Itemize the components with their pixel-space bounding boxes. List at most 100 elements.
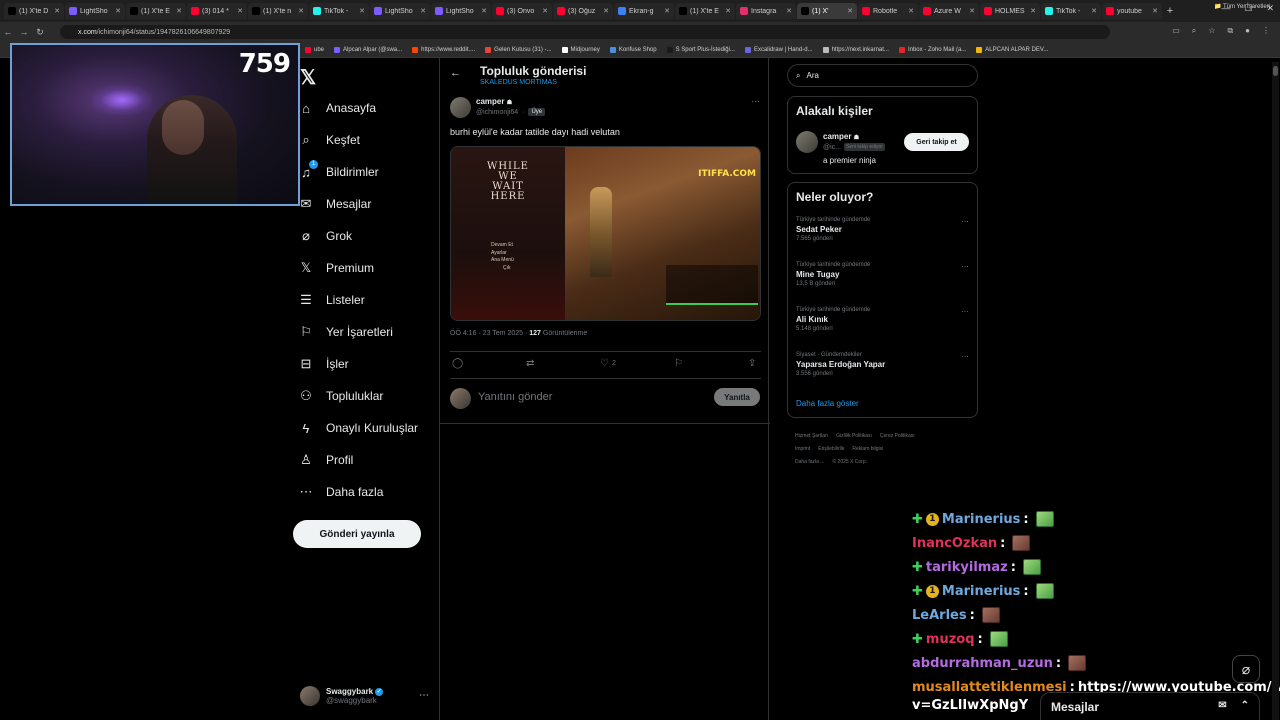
show-more-link[interactable]: Daha fazla göster	[796, 399, 859, 408]
nav-item[interactable]: ⌕ Keşfet	[298, 128, 360, 152]
nav-item[interactable]: ♙ Profil	[298, 448, 353, 472]
browser-tab[interactable]: youtube ✕	[1102, 3, 1162, 19]
tab-close-icon[interactable]: ✕	[1091, 7, 1097, 15]
post-author-handle[interactable]: @ichimonji64	[476, 109, 518, 116]
browser-tab[interactable]: TikTok - ✕	[309, 3, 369, 19]
post-media[interactable]: WHILE WE WAIT HERE Devam Et Ayarlar Ana …	[450, 146, 761, 321]
bookmark-item[interactable]: ube	[305, 46, 324, 53]
url-input[interactable]: x.com/ichimonji64/status/194782610664980…	[60, 25, 1110, 39]
tab-close-icon[interactable]: ✕	[54, 7, 60, 15]
browser-tab[interactable]: Robotle ✕	[858, 3, 918, 19]
tab-close-icon[interactable]: ✕	[237, 7, 243, 15]
nav-item[interactable]: ⚇ Topluluklar	[298, 384, 383, 408]
nav-item[interactable]: ⊟ İşler	[298, 352, 349, 376]
nav-item[interactable]: ⌂ Anasayfa	[298, 96, 376, 120]
tab-close-icon[interactable]: ✕	[1152, 7, 1158, 15]
footer-link[interactable]: Daha fazla ...	[795, 459, 824, 465]
footer-link[interactable]: Erişilebilirlik	[818, 446, 844, 452]
tab-close-icon[interactable]: ✕	[1030, 7, 1036, 15]
browser-tab[interactable]: LightSho ✕	[431, 3, 491, 19]
browser-tab[interactable]: (3) Oğuz ✕	[553, 3, 613, 19]
bookmark-item[interactable]: S Sport Plus-İstediği...	[666, 46, 735, 53]
browser-tab[interactable]: (1) X' ✕	[797, 3, 857, 19]
footer-link[interactable]: Çerez Politikası	[880, 433, 915, 439]
bookmark-icon[interactable]: ⚐	[674, 358, 683, 369]
tab-close-icon[interactable]: ✕	[847, 7, 853, 15]
scrollbar-thumb[interactable]	[1273, 66, 1278, 76]
nav-item[interactable]: ⋯ Daha fazla	[298, 480, 384, 504]
messages-drawer[interactable]: Mesajlar ✉ ⌃	[1040, 692, 1260, 720]
tab-close-icon[interactable]: ✕	[298, 7, 304, 15]
avatar[interactable]	[796, 131, 818, 153]
install-icon[interactable]: ▭	[1172, 26, 1180, 36]
trend-item[interactable]: Siyaset · Gündemdekiler Yaparsa Erdoğan Y…	[796, 352, 971, 388]
trend-item[interactable]: Türkiye tarihinde gündemde Sedat Peker 7.5…	[796, 217, 971, 253]
tab-close-icon[interactable]: ✕	[969, 7, 975, 15]
tab-close-icon[interactable]: ✕	[359, 7, 365, 15]
star-icon[interactable]: ☆	[1208, 26, 1215, 36]
bookmark-item[interactable]: https://next.inkarnat...	[822, 46, 889, 53]
bookmark-item[interactable]: https://www.reddit....	[412, 46, 475, 53]
zoom-icon[interactable]: ⌕	[1192, 26, 1196, 36]
footer-link[interactable]: Reklam bilgisi	[852, 446, 883, 452]
bookmark-item[interactable]: ALPCAN ALPAR DEV...	[976, 46, 1048, 53]
repost-icon[interactable]: ⇄	[526, 358, 534, 369]
tab-close-icon[interactable]: ✕	[115, 7, 121, 15]
related-name[interactable]: camper ☗	[823, 132, 859, 141]
browser-tab[interactable]: (3) Onvo ✕	[492, 3, 552, 19]
nav-item[interactable]: ♫ 1 Bildirimler	[298, 159, 379, 184]
browser-tab[interactable]: Ekran-g ✕	[614, 3, 674, 19]
browser-tab[interactable]: HOLMES ✕	[980, 3, 1040, 19]
tab-close-icon[interactable]: ✕	[542, 7, 548, 15]
avatar[interactable]	[450, 97, 471, 118]
browser-tab[interactable]: LightSho ✕	[370, 3, 430, 19]
trend-item[interactable]: Türkiye tarihinde gündemde Ali Kınık 5.148…	[796, 307, 971, 343]
tab-close-icon[interactable]: ✕	[420, 7, 426, 15]
menu-icon[interactable]: ⋮	[1262, 26, 1270, 36]
reply-button[interactable]: Yanıtla	[714, 388, 760, 406]
x-logo-icon[interactable]: 𝕏	[300, 65, 316, 90]
browser-tab[interactable]: TikTok - ✕	[1041, 3, 1101, 19]
post-more-icon[interactable]: ⋯	[751, 96, 760, 107]
back-arrow-icon[interactable]: ←	[450, 67, 461, 79]
all-bookmarks[interactable]: 📁 Tüm Yer İşaretleri	[1214, 3, 1270, 10]
nav-item[interactable]: ⚐ Yer İşaretleri	[298, 320, 393, 344]
tab-close-icon[interactable]: ✕	[908, 7, 914, 15]
extensions-icon[interactable]: ⧉	[1227, 26, 1233, 36]
nav-item[interactable]: ✉ Mesajlar	[298, 192, 372, 216]
footer-link[interactable]: Gizlilik Politikası	[836, 433, 872, 439]
trend-more-icon[interactable]: ⋯	[961, 217, 969, 226]
browser-tab[interactable]: Instagra ✕	[736, 3, 796, 19]
post-time[interactable]: ÖÖ 4:16 · 23 Tem 2025 ·	[450, 330, 527, 337]
bookmark-item[interactable]: Midjourney	[561, 46, 600, 53]
bookmark-item[interactable]: Konfuse Shop	[609, 46, 657, 53]
share-icon[interactable]: ⇪	[748, 358, 756, 369]
tab-close-icon[interactable]: ✕	[725, 7, 731, 15]
nav-item[interactable]: ⌀ Grok	[298, 224, 352, 248]
reload-icon[interactable]: ↻	[32, 27, 48, 38]
browser-tab[interactable]: (3) 014 * ✕	[187, 3, 247, 19]
bookmark-item[interactable]: Excalidraw | Hand-d...	[744, 46, 813, 53]
tab-close-icon[interactable]: ✕	[786, 7, 792, 15]
browser-tab[interactable]: LightSho ✕	[65, 3, 125, 19]
bookmark-item[interactable]: Gelen Kutusu (31) -...	[485, 46, 552, 53]
trend-more-icon[interactable]: ⋯	[961, 352, 969, 361]
footer-link[interactable]: Imprint	[795, 446, 810, 452]
trend-more-icon[interactable]: ⋯	[961, 307, 969, 316]
new-tab-icon[interactable]: +	[1163, 5, 1177, 17]
bookmark-item[interactable]: Inbox - Zoho Mail (a...	[898, 46, 966, 53]
footer-link[interactable]: © 2025 X Corp.	[832, 459, 867, 465]
post-button[interactable]: Gönderi yayınla	[293, 520, 421, 548]
new-message-icon[interactable]: ✉	[1218, 700, 1226, 711]
back-icon[interactable]: ←	[0, 27, 16, 37]
like-button[interactable]: ♡ 2	[600, 358, 616, 369]
expand-icon[interactable]: ⌃	[1241, 700, 1249, 711]
reply-icon[interactable]: ◯	[452, 358, 463, 369]
nav-item[interactable]: ☰ Listeler	[298, 288, 365, 312]
search-input[interactable]: ⌕ Ara	[787, 64, 978, 87]
more-icon[interactable]: ⋯	[419, 690, 429, 701]
footer-link[interactable]: Hizmet Şartları	[795, 433, 828, 439]
browser-tab[interactable]: (1) X'te D ✕	[4, 3, 64, 19]
nav-item[interactable]: ϟ Onaylı Kuruluşlar	[298, 416, 419, 440]
tab-close-icon[interactable]: ✕	[664, 7, 670, 15]
